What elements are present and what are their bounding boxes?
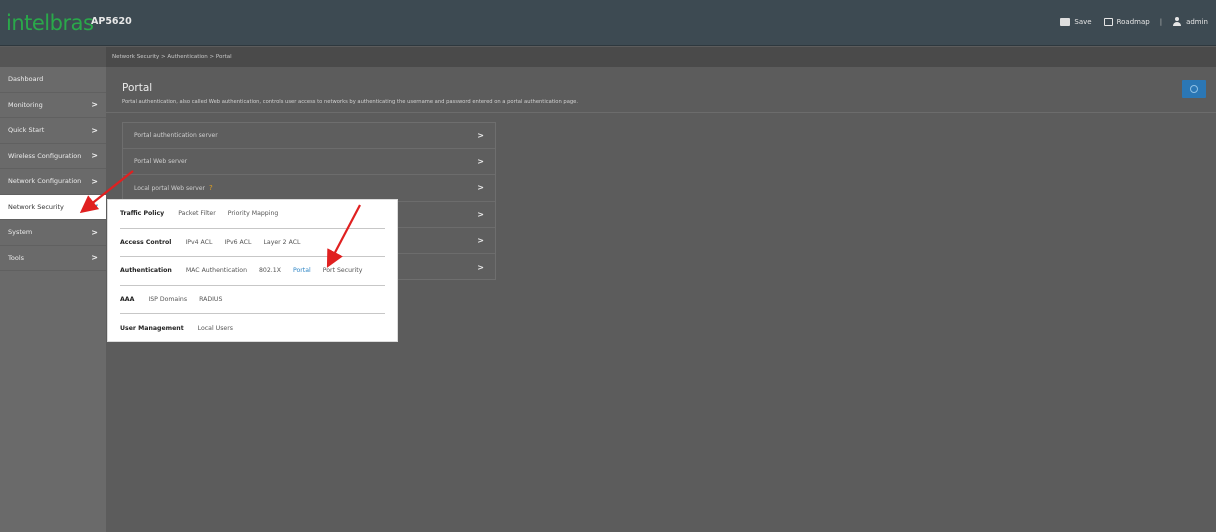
sidebar-item-label: Network Configuration (8, 177, 82, 186)
menu-link-ipv4-acl[interactable]: IPv4 ACL (185, 239, 212, 246)
menu-group-traffic-policy: Traffic Policy Packet Filter Priority Ma… (120, 200, 385, 229)
chevron-right-icon: > (91, 100, 98, 110)
sidebar-item-network-configuration[interactable]: Network Configuration > (0, 169, 106, 195)
menu-link-isp-domains[interactable]: ISP Domains (148, 296, 187, 303)
list-item-label-wrap: Local portal Web server? (134, 184, 213, 192)
menu-link-priority-mapping[interactable]: Priority Mapping (228, 210, 279, 217)
chevron-right-icon: > (477, 209, 484, 219)
top-bar: intelbras AP5620 Save Roadmap | admin (0, 0, 1216, 46)
menu-link-packet-filter[interactable]: Packet Filter (178, 210, 216, 217)
list-item-portal-web-server[interactable]: Portal Web server > (123, 149, 495, 176)
settings-button[interactable] (1182, 80, 1206, 98)
divider (106, 112, 1216, 113)
sidebar-item-system[interactable]: System > (0, 220, 106, 246)
menu-link-portal[interactable]: Portal (293, 267, 311, 274)
chevron-right-icon: > (91, 151, 98, 161)
sidebar-item-label: Network Security (8, 202, 64, 211)
breadcrumb: Network Security > Authentication > Port… (106, 47, 1216, 67)
list-item-local-portal-web-server[interactable]: Local portal Web server? > (123, 175, 495, 202)
user-icon (1172, 17, 1182, 27)
menu-category: Access Control (120, 238, 172, 246)
user-menu-button[interactable]: admin (1172, 17, 1208, 27)
brand-logo: intelbras (6, 11, 94, 35)
page-title: Portal (122, 82, 153, 94)
menu-link-port-security[interactable]: Port Security (323, 267, 363, 274)
chevron-right-icon: > (477, 235, 484, 245)
page-description: Portal authentication, also called Web a… (122, 99, 579, 105)
menu-link-radius[interactable]: RADIUS (199, 296, 222, 303)
user-label: admin (1186, 18, 1208, 26)
sidebar-item-label: System (8, 228, 33, 237)
menu-link-layer2-acl[interactable]: Layer 2 ACL (263, 239, 300, 246)
device-model: AP5620 (91, 16, 132, 27)
breadcrumb-text: Network Security > Authentication > Port… (112, 54, 232, 60)
chevron-right-icon: > (477, 183, 484, 193)
menu-link-ipv6-acl[interactable]: IPv6 ACL (224, 239, 251, 246)
sidebar: Dashboard Monitoring > Quick Start > Wir… (0, 67, 106, 532)
sidebar-item-monitoring[interactable]: Monitoring > (0, 93, 106, 118)
sidebar-item-label: Quick Start (8, 126, 45, 135)
menu-link-mac-authentication[interactable]: MAC Authentication (186, 267, 247, 274)
save-button[interactable]: Save (1060, 18, 1092, 26)
list-item-label: Portal authentication server (134, 132, 218, 140)
menu-category: Authentication (120, 267, 172, 275)
gear-icon (1190, 85, 1198, 93)
sidebar-item-wireless-configuration[interactable]: Wireless Configuration > (0, 144, 106, 169)
list-item-label: Local portal Web server (134, 184, 205, 192)
chevron-down-icon: v (92, 202, 98, 212)
sidebar-item-label: Wireless Configuration (8, 151, 82, 160)
menu-category: User Management (120, 325, 184, 333)
sidebar-item-label: Monitoring (8, 100, 43, 109)
roadmap-icon (1103, 18, 1113, 26)
menu-link-8021x[interactable]: 802.1X (259, 267, 281, 274)
sidebar-item-dashboard[interactable]: Dashboard (0, 67, 106, 93)
breadcrumb-spacer (0, 47, 106, 67)
sidebar-item-quick-start[interactable]: Quick Start > (0, 118, 106, 144)
menu-group-aaa: AAA ISP Domains RADIUS (120, 286, 385, 315)
chevron-right-icon: > (477, 157, 484, 167)
chevron-right-icon: > (477, 262, 484, 272)
sidebar-item-label: Dashboard (8, 75, 44, 84)
chevron-right-icon: > (91, 125, 98, 135)
save-icon (1060, 18, 1071, 26)
chevron-right-icon: > (91, 176, 98, 186)
top-actions: Save Roadmap | admin (1060, 17, 1208, 27)
menu-group-user-management: User Management Local Users (120, 314, 385, 343)
menu-group-access-control: Access Control IPv4 ACL IPv6 ACL Layer 2… (120, 229, 385, 258)
roadmap-label: Roadmap (1116, 18, 1150, 26)
chevron-right-icon: > (91, 227, 98, 237)
sidebar-item-tools[interactable]: Tools > (0, 246, 106, 271)
roadmap-button[interactable]: Roadmap (1103, 18, 1150, 26)
network-security-submenu: Traffic Policy Packet Filter Priority Ma… (107, 199, 398, 342)
menu-category: AAA (120, 296, 135, 304)
menu-group-authentication: Authentication MAC Authentication 802.1X… (120, 257, 385, 286)
chevron-right-icon: > (477, 131, 484, 141)
list-item-portal-authentication-server[interactable]: Portal authentication server > (123, 123, 495, 150)
sidebar-item-label: Tools (8, 253, 25, 262)
menu-link-local-users[interactable]: Local Users (198, 325, 233, 332)
chevron-right-icon: > (91, 253, 98, 263)
list-item-label: Portal Web server (134, 158, 188, 166)
help-icon[interactable]: ? (209, 184, 213, 192)
save-label: Save (1074, 18, 1092, 26)
menu-category: Traffic Policy (120, 210, 165, 218)
sidebar-item-network-security[interactable]: Network Security v (0, 194, 106, 220)
header-separator: | (1159, 18, 1163, 26)
